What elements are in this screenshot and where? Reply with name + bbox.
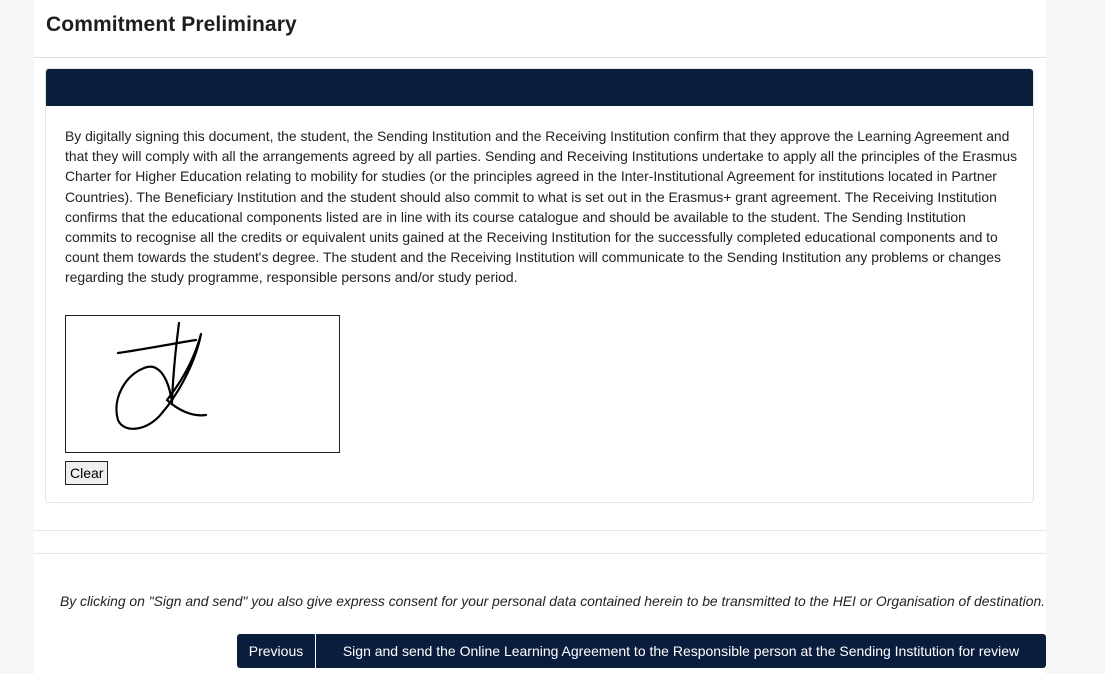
divider (34, 553, 1046, 554)
header-divider (34, 57, 1046, 58)
signature-pad[interactable] (65, 315, 340, 453)
previous-button[interactable]: Previous (237, 634, 315, 668)
page: Commitment Preliminary By digitally sign… (0, 0, 1105, 674)
commitment-card: By digitally signing this document, the … (45, 68, 1034, 503)
signature-drawing (115, 321, 208, 430)
sign-and-send-button[interactable]: Sign and send the Online Learning Agreem… (316, 634, 1046, 668)
clear-signature-button[interactable]: Clear (65, 461, 109, 485)
consent-note: By clicking on "Sign and send" you also … (59, 593, 1046, 609)
section-title: Commitment Preliminary (46, 13, 297, 36)
commitment-text: By digitally signing this document, the … (65, 128, 1018, 286)
card-header-bar (46, 69, 1033, 106)
divider (34, 530, 1046, 531)
